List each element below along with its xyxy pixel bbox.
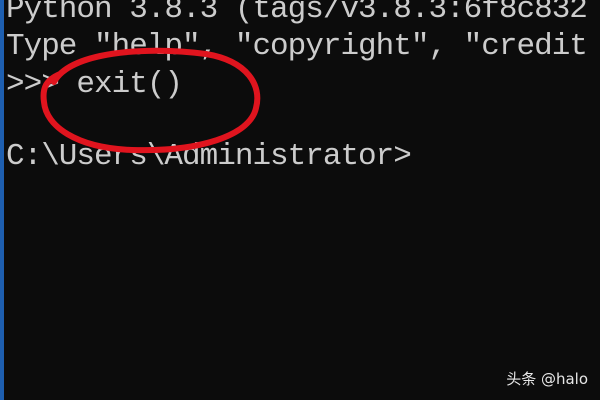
screenshot: Python 3.8.3 (tags/v3.8.3:6f8c832 Type "… xyxy=(0,0,600,400)
terminal-output[interactable]: Python 3.8.3 (tags/v3.8.3:6f8c832 Type "… xyxy=(6,0,600,400)
python-help-hint-line: Type "help", "copyright", "credit xyxy=(6,29,588,64)
window-edge xyxy=(0,0,4,400)
python-exit-command-line: >>> exit() xyxy=(6,67,183,102)
watermark-text: 头条 @halo xyxy=(506,370,588,388)
windows-command-prompt: C:\Users\Administrator> xyxy=(6,139,412,174)
python-version-line: Python 3.8.3 (tags/v3.8.3:6f8c832 xyxy=(6,0,588,27)
